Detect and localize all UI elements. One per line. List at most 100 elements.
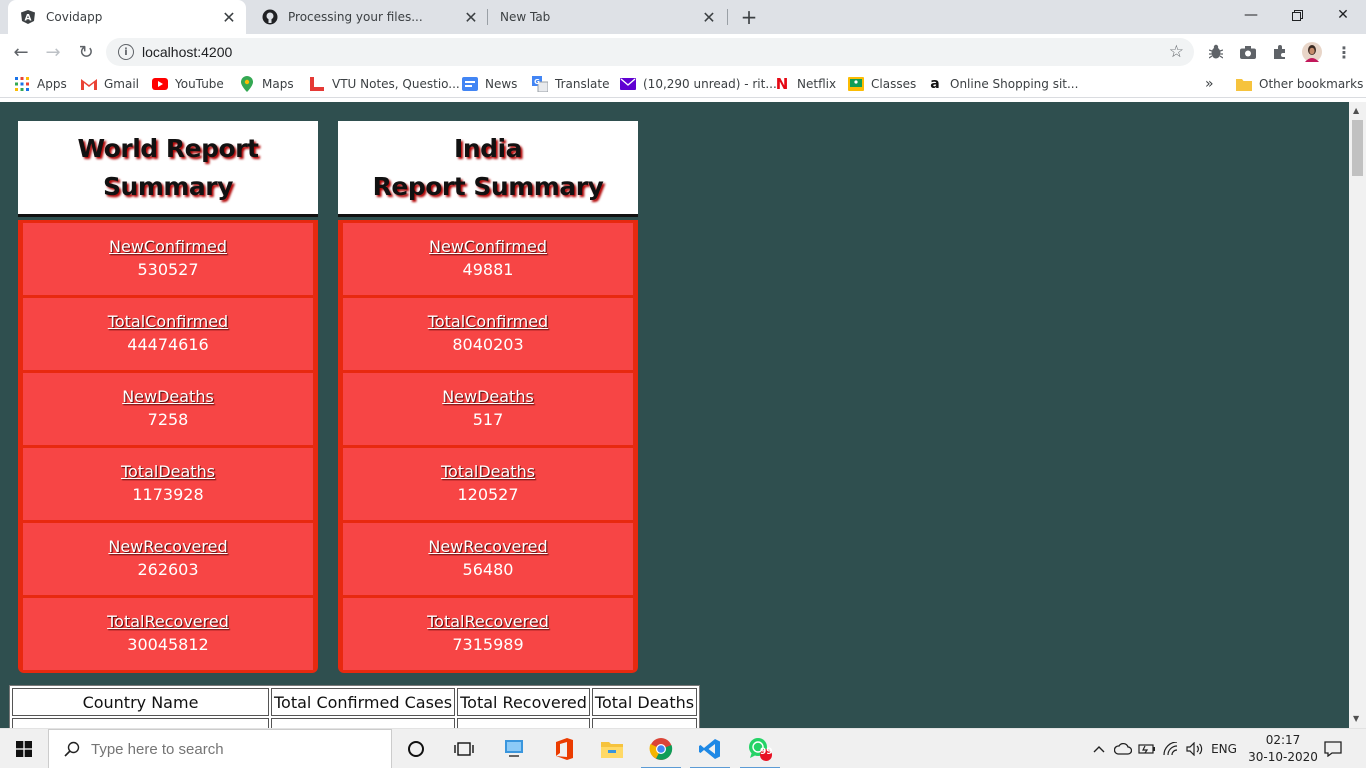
india-stat-list: NewConfirmed 49881 TotalConfirmed 804020…	[338, 220, 638, 673]
bookmark-label: Netflix	[797, 77, 837, 91]
india-stat-total-deaths: TotalDeaths 120527	[343, 448, 633, 520]
bookmark-star-icon[interactable]: ☆	[1169, 42, 1184, 62]
bookmark-vtu-notes[interactable]: VTU Notes, Questio...	[309, 75, 460, 93]
task-view-icon[interactable]	[440, 729, 488, 768]
bookmark-netflix[interactable]: N Netflix	[774, 75, 836, 93]
stat-label[interactable]: NewConfirmed	[429, 236, 547, 258]
notification-center-icon[interactable]	[1318, 729, 1348, 768]
tab-title: New Tab	[500, 10, 551, 24]
bookmark-classes[interactable]: Classes	[848, 75, 916, 93]
forward-arrow-icon[interactable]: →	[40, 39, 66, 65]
netflix-icon: N	[775, 75, 789, 93]
new-tab-plus-icon[interactable]: +	[738, 5, 760, 29]
stat-value: 44474616	[127, 335, 209, 354]
stat-label[interactable]: TotalDeaths	[121, 461, 215, 483]
tray-show-hidden-chevron-icon[interactable]	[1090, 729, 1108, 768]
stat-value: 49881	[462, 260, 514, 279]
github-icon	[262, 9, 278, 25]
battery-charging-icon[interactable]	[1136, 729, 1158, 768]
minimize-icon[interactable]: —	[1228, 0, 1274, 30]
browser-toolbar: ← → ↻ i ☆ ⋮	[0, 34, 1366, 70]
bookmark-label: VTU Notes, Questio...	[332, 77, 460, 91]
stat-value: 120527	[457, 485, 519, 504]
stat-label[interactable]: TotalDeaths	[441, 461, 535, 483]
tab-title: Processing your files...	[288, 10, 423, 24]
address-bar[interactable]: i ☆	[106, 38, 1194, 66]
maps-icon	[239, 76, 255, 92]
stat-label[interactable]: NewRecovered	[108, 536, 227, 558]
india-stat-new-recovered: NewRecovered 56480	[343, 523, 633, 595]
bookmarks-overflow-chevron[interactable]: »	[1205, 75, 1214, 93]
volume-speaker-icon[interactable]	[1184, 729, 1206, 768]
close-icon[interactable]: ✕	[698, 6, 720, 28]
scrollbar-thumb[interactable]	[1352, 120, 1363, 176]
taskbar-search-input[interactable]	[91, 740, 381, 758]
bookmark-gmail[interactable]: Gmail	[81, 75, 139, 93]
bug-extension-icon[interactable]	[1206, 42, 1226, 62]
close-icon[interactable]: ✕	[460, 6, 482, 28]
cortana-circle-icon[interactable]	[392, 729, 440, 768]
table-header-row: Country Name Total Confirmed Cases Total…	[12, 688, 698, 716]
angular-icon: A	[20, 9, 36, 25]
back-arrow-icon[interactable]: ←	[8, 39, 34, 65]
stat-label[interactable]: NewDeaths	[122, 386, 214, 408]
bookmark-yahoo-mail[interactable]: (10,290 unread) - rit...	[620, 75, 777, 93]
stat-label[interactable]: TotalRecovered	[107, 611, 229, 633]
classroom-icon	[848, 76, 864, 92]
world-stat-total-deaths: TotalDeaths 1173928	[23, 448, 313, 520]
stat-label[interactable]: TotalConfirmed	[108, 311, 228, 333]
bookmark-apps[interactable]: Apps	[14, 75, 67, 93]
bookmark-label: YouTube	[175, 77, 224, 91]
url-input[interactable]	[142, 44, 1194, 60]
column-header-total-deaths: Total Deaths	[591, 688, 698, 716]
india-stat-new-deaths: NewDeaths 517	[343, 373, 633, 445]
bookmark-label: Apps	[37, 77, 67, 91]
stat-value: 517	[472, 410, 504, 429]
stat-value: 8040203	[452, 335, 524, 354]
tab-new-tab[interactable]: New Tab ✕	[488, 0, 726, 34]
india-stat-total-confirmed: TotalConfirmed 8040203	[343, 298, 633, 370]
site-info-icon[interactable]: i	[118, 44, 134, 60]
whatsapp-icon[interactable]: 99	[736, 729, 784, 768]
scroll-down-arrow-icon[interactable]: ▼	[1353, 714, 1359, 723]
vscode-icon[interactable]	[686, 729, 734, 768]
stat-label[interactable]: TotalConfirmed	[428, 311, 548, 333]
tab-covidapp[interactable]: A Covidapp ✕	[8, 0, 246, 34]
this-pc-icon[interactable]	[490, 729, 538, 768]
bookmark-amazon[interactable]: a Online Shopping sit...	[927, 75, 1078, 93]
wifi-icon[interactable]	[1160, 729, 1182, 768]
window-close-icon[interactable]: ✕	[1320, 0, 1366, 30]
close-icon[interactable]: ✕	[218, 6, 240, 28]
scroll-up-arrow-icon[interactable]: ▲	[1353, 106, 1359, 115]
amazon-icon: a	[930, 76, 940, 92]
bookmark-youtube[interactable]: YouTube	[152, 75, 224, 93]
bookmark-other-bookmarks[interactable]: Other bookmarks	[1236, 75, 1363, 93]
tab-processing-files[interactable]: Processing your files... ✕	[250, 0, 488, 34]
bookmark-maps[interactable]: Maps	[239, 75, 294, 93]
chrome-taskbar-icon[interactable]	[637, 729, 685, 768]
camera-extension-icon[interactable]	[1238, 42, 1258, 62]
office-icon[interactable]	[540, 729, 588, 768]
bookmark-label: Translate	[555, 77, 610, 91]
taskbar-clock[interactable]: 02:17 30-10-2020	[1248, 732, 1318, 766]
onedrive-cloud-icon[interactable]	[1112, 729, 1134, 768]
input-language-indicator[interactable]: ENG	[1208, 729, 1240, 768]
file-explorer-icon[interactable]	[588, 729, 636, 768]
stat-label[interactable]: TotalRecovered	[427, 611, 549, 633]
extensions-puzzle-icon[interactable]	[1270, 42, 1290, 62]
chrome-menu-icon[interactable]: ⋮	[1334, 42, 1354, 62]
vtu-icon	[309, 76, 325, 92]
bookmark-translate[interactable]: G Translate	[532, 75, 610, 93]
stat-value: 30045812	[127, 635, 209, 654]
restore-icon[interactable]	[1274, 0, 1320, 30]
bookmark-news[interactable]: News	[462, 75, 517, 93]
windows-start-icon[interactable]	[0, 729, 48, 768]
stat-label[interactable]: NewRecovered	[428, 536, 547, 558]
stat-label[interactable]: NewDeaths	[442, 386, 534, 408]
reload-icon[interactable]: ↻	[73, 39, 99, 65]
profile-avatar[interactable]	[1302, 42, 1322, 62]
page-scrollbar[interactable]: ▲ ▼	[1349, 102, 1366, 728]
stat-label[interactable]: NewConfirmed	[109, 236, 227, 258]
taskbar-search-box[interactable]	[48, 729, 392, 768]
world-stat-total-confirmed: TotalConfirmed 44474616	[23, 298, 313, 370]
